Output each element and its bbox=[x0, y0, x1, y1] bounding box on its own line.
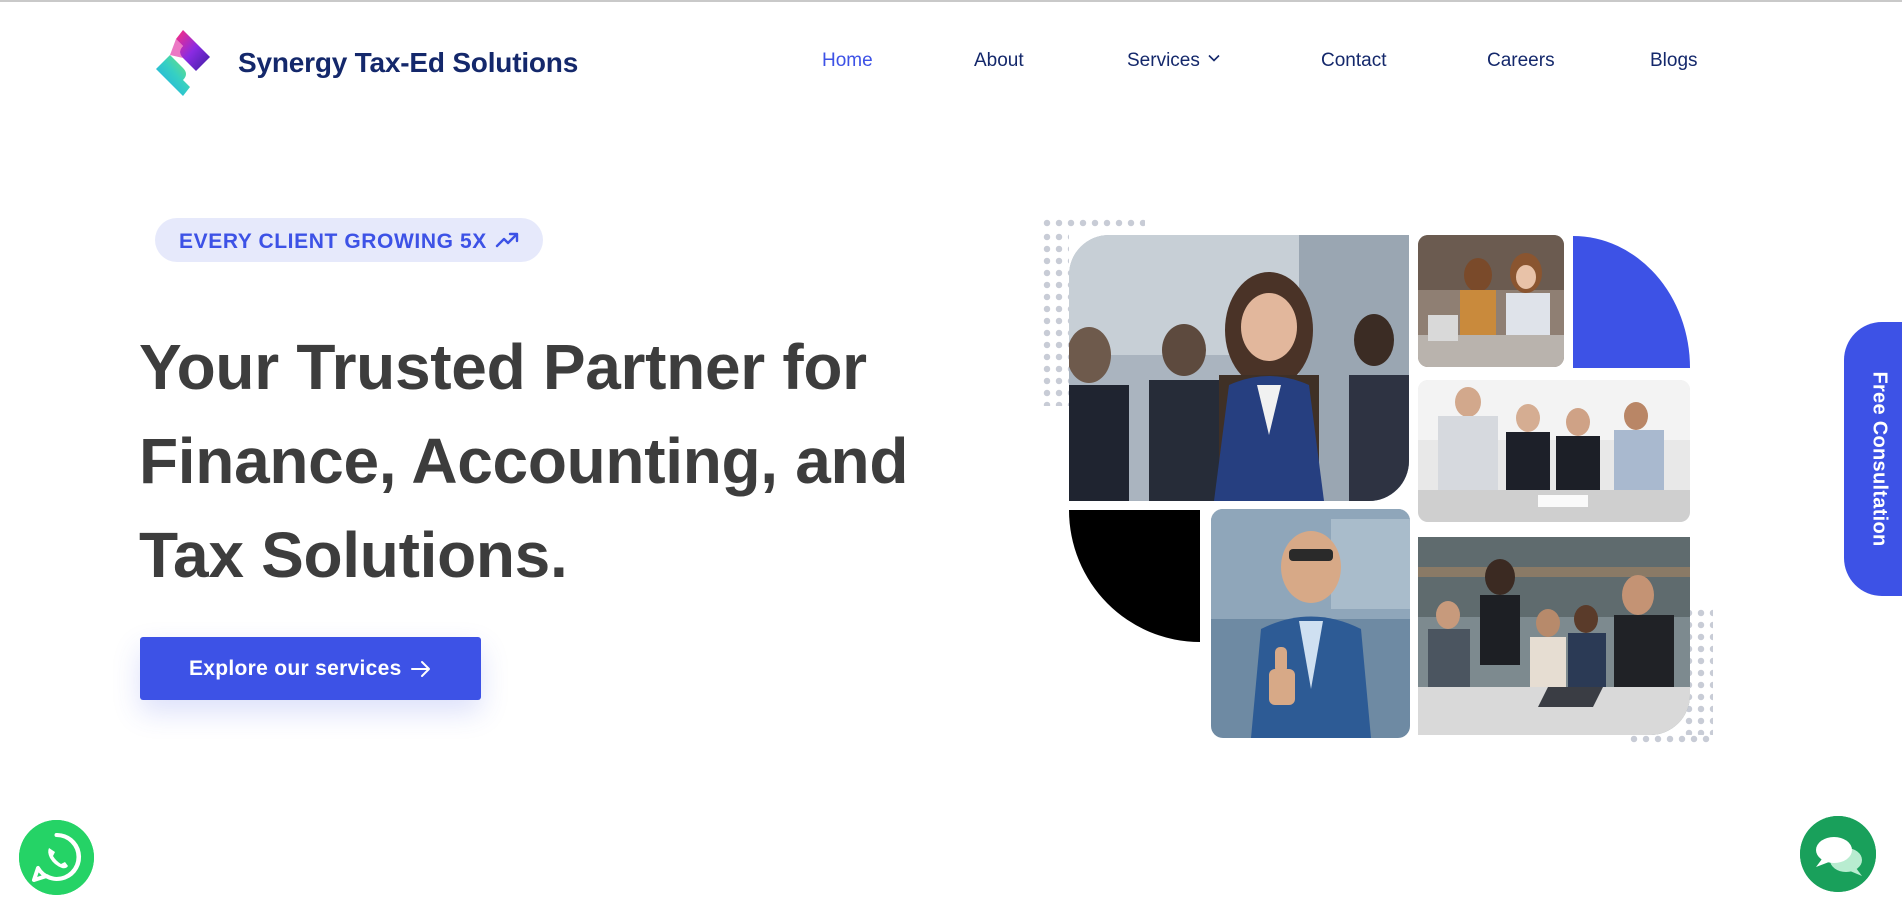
nav-blogs[interactable]: Blogs bbox=[1650, 50, 1698, 72]
nav-contact[interactable]: Contact bbox=[1321, 50, 1386, 72]
headline-line-3: Tax Solutions. bbox=[139, 519, 568, 591]
free-consultation-label: Free Consultation bbox=[1868, 371, 1891, 547]
nav-services-label: Services bbox=[1127, 50, 1200, 71]
nav-home[interactable]: Home bbox=[822, 50, 873, 72]
whatsapp-icon bbox=[19, 820, 94, 895]
dot-pattern bbox=[1041, 231, 1069, 406]
headline-line-1: Your Trusted Partner for bbox=[139, 331, 867, 403]
hero-headline: Your Trusted Partner for Finance, Accoun… bbox=[139, 320, 959, 602]
whatsapp-button[interactable] bbox=[19, 820, 94, 895]
nav-services[interactable]: Services bbox=[1127, 50, 1220, 72]
chat-bubbles-icon bbox=[1800, 816, 1876, 892]
arrow-right-icon bbox=[411, 661, 430, 677]
free-consultation-tab[interactable]: Free Consultation bbox=[1844, 322, 1902, 596]
decorative-black-shape bbox=[1069, 510, 1200, 642]
nav-about[interactable]: About bbox=[974, 50, 1024, 72]
explore-services-label: Explore our services bbox=[189, 657, 402, 680]
businesswoman-portrait-photo bbox=[1069, 235, 1409, 501]
dot-pattern bbox=[1041, 217, 1145, 231]
decorative-blue-shape bbox=[1573, 236, 1690, 368]
chevron-down-icon bbox=[1208, 54, 1220, 62]
brand-name[interactable]: Synergy Tax-Ed Solutions bbox=[238, 47, 578, 79]
explore-services-button[interactable]: Explore our services bbox=[140, 637, 481, 700]
growth-badge-text: EVERY CLIENT GROWING 5X bbox=[179, 230, 487, 253]
nav-careers[interactable]: Careers bbox=[1487, 50, 1555, 72]
headline-line-2: Finance, Accounting, and bbox=[139, 425, 909, 497]
window-top-border bbox=[0, 0, 1902, 2]
s-ribbon-logo-icon[interactable] bbox=[148, 28, 218, 98]
business-meeting-photo bbox=[1418, 380, 1690, 522]
businessman-thumbs-up-photo bbox=[1211, 509, 1410, 738]
call-center-agents-photo bbox=[1418, 235, 1564, 367]
team-laptop-meeting-photo bbox=[1418, 537, 1690, 735]
trending-up-icon bbox=[495, 232, 519, 248]
growth-badge: EVERY CLIENT GROWING 5X bbox=[155, 218, 543, 262]
chat-button[interactable] bbox=[1800, 816, 1876, 892]
